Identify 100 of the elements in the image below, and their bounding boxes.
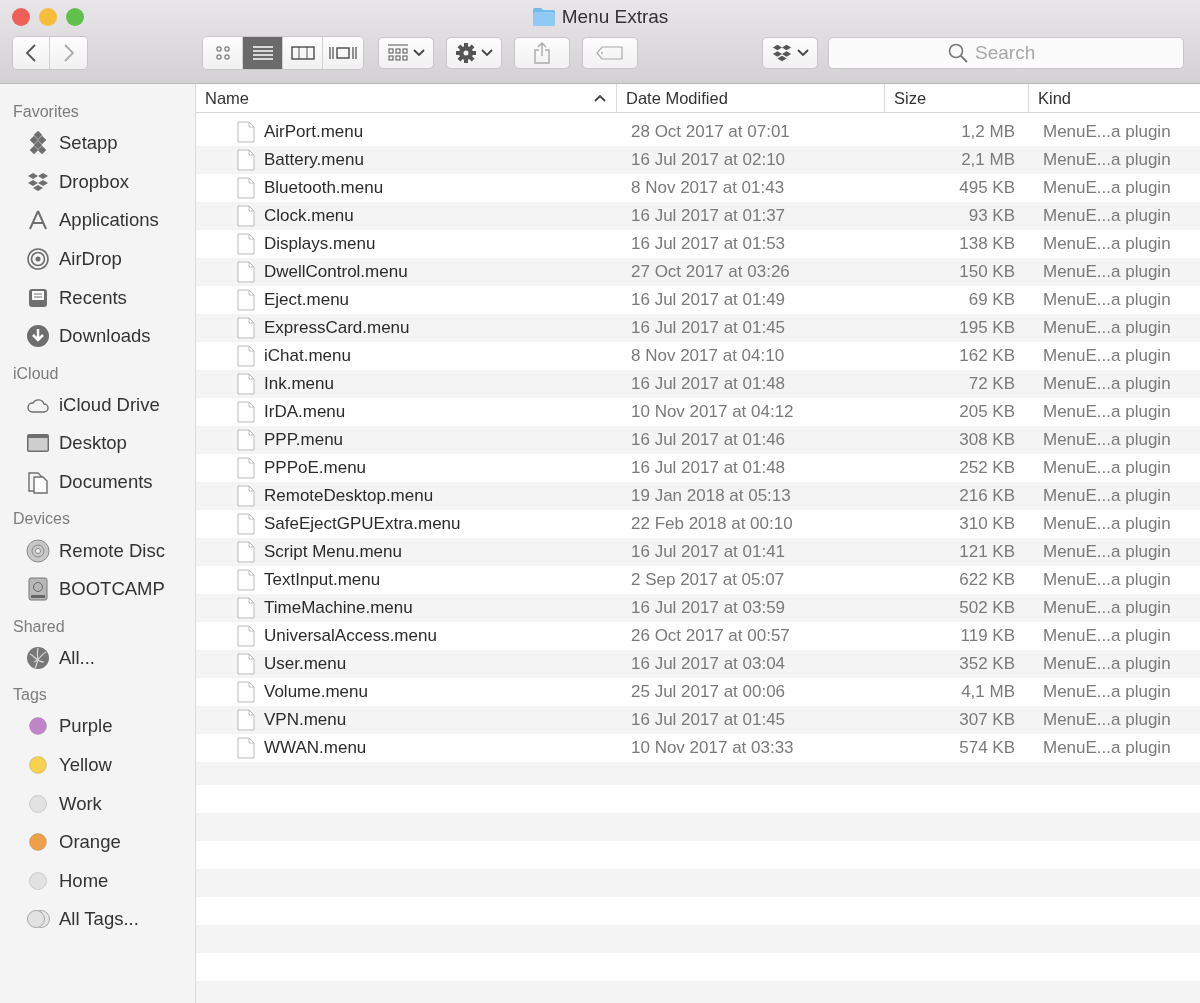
document-icon — [237, 513, 255, 535]
sidebar-item[interactable]: AirDrop — [59, 248, 122, 271]
file-name[interactable]: SafeEjectGPUExtra.menu — [264, 514, 461, 534]
file-name[interactable]: Ink.menu — [264, 374, 334, 394]
search-icon — [948, 43, 968, 63]
sidebar-item[interactable]: All... — [59, 646, 95, 669]
date-cell-text: 8 Nov 2017 at 01:43 — [630, 178, 786, 198]
document-icon — [237, 317, 255, 339]
column-header[interactable]: Date Modified — [617, 84, 885, 112]
date-cell-text: 16 Jul 2017 at 03:59 — [630, 598, 787, 618]
file-name[interactable]: IrDA.menu — [264, 402, 346, 422]
date-cell-text: 16 Jul 2017 at 01:48 — [630, 374, 787, 394]
column-header[interactable]: Kind — [1029, 84, 1200, 112]
sidebar-item[interactable]: Documents — [59, 471, 153, 494]
gallery-icon — [329, 45, 357, 61]
list-icon — [252, 45, 273, 61]
airdrop-icon — [26, 247, 50, 272]
sidebar-item[interactable]: Downloads — [59, 325, 151, 348]
kind-cell-text: MenuE...a plugin — [1042, 374, 1172, 394]
file-name[interactable]: Battery.menu — [264, 150, 364, 170]
view-mode-button[interactable] — [203, 37, 243, 69]
kind-cell-text: MenuE...a plugin — [1042, 514, 1172, 534]
chevron-down-icon — [797, 49, 809, 57]
kind-cell-text: MenuE...a plugin — [1042, 598, 1172, 618]
kind-cell-text: MenuE...a plugin — [1042, 738, 1172, 758]
file-name[interactable]: PPPoE.menu — [264, 458, 367, 478]
sidebar-item[interactable]: Setapp — [59, 132, 118, 155]
action-button[interactable] — [446, 37, 502, 69]
kind-cell-text: MenuE...a plugin — [1042, 458, 1172, 478]
file-name[interactable]: Bluetooth.menu — [264, 178, 384, 198]
column-header[interactable]: Name — [196, 84, 617, 112]
size-cell-text: 352 KB — [958, 654, 1016, 674]
document-icon — [237, 289, 255, 311]
kind-cell-text: MenuE...a plugin — [1042, 402, 1172, 422]
file-name[interactable]: Clock.menu — [264, 206, 354, 226]
kind-cell-text: MenuE...a plugin — [1042, 626, 1172, 646]
date-cell-text: 16 Jul 2017 at 01:53 — [630, 234, 787, 254]
chevron-down-icon — [481, 49, 493, 57]
view-mode-button[interactable] — [243, 37, 283, 69]
search-field[interactable]: Search — [828, 37, 1184, 69]
sidebar-item[interactable]: Dropbox — [59, 170, 129, 193]
grid-icon — [214, 45, 231, 61]
kind-cell-text: MenuE...a plugin — [1042, 570, 1172, 590]
file-name[interactable]: PPP.menu — [264, 430, 344, 450]
sidebar-item[interactable]: iCloud Drive — [59, 393, 160, 416]
file-name[interactable]: ExpressCard.menu — [264, 318, 410, 338]
column-header[interactable]: Size — [885, 84, 1029, 112]
file-name[interactable]: Eject.menu — [264, 290, 350, 310]
sidebar-item[interactable]: Recents — [59, 286, 127, 309]
tag-icon — [596, 46, 624, 60]
document-icon — [237, 681, 255, 703]
file-name[interactable]: AirPort.menu — [264, 122, 364, 142]
view-mode-button[interactable] — [323, 37, 363, 69]
file-name[interactable]: VPN.menu — [264, 710, 347, 730]
sidebar-item[interactable]: All Tags... — [59, 908, 139, 931]
sidebar-item[interactable]: Work — [59, 792, 102, 815]
column-header-label: Name — [205, 88, 249, 108]
document-icon — [237, 233, 255, 255]
date-cell-text: 16 Jul 2017 at 03:04 — [630, 654, 787, 674]
date-cell-text: 16 Jul 2017 at 01:49 — [630, 290, 787, 310]
view-mode-button[interactable] — [283, 37, 323, 69]
kind-cell-text: MenuE...a plugin — [1042, 486, 1172, 506]
sidebar-item[interactable]: Applications — [59, 209, 159, 232]
sidebar-item[interactable]: BOOTCAMP — [59, 578, 165, 601]
sidebar-section-title: Tags — [12, 685, 48, 706]
file-name[interactable]: Volume.menu — [264, 682, 368, 702]
sidebar-item[interactable]: Yellow — [59, 754, 112, 776]
file-name[interactable]: TimeMachine.menu — [264, 598, 413, 618]
chevron-left-icon — [26, 44, 36, 62]
file-name[interactable]: WWAN.menu — [264, 738, 367, 758]
file-name[interactable]: Displays.menu — [264, 234, 376, 254]
file-name[interactable]: UniversalAccess.menu — [264, 626, 437, 646]
file-name[interactable]: User.menu — [264, 654, 347, 674]
file-name[interactable]: Script Menu.menu — [264, 542, 402, 562]
documents-icon — [26, 470, 50, 495]
file-name[interactable]: DwellControl.menu — [264, 262, 408, 282]
sidebar-item[interactable]: Purple — [59, 715, 113, 738]
date-cell-text: 16 Jul 2017 at 01:45 — [630, 710, 787, 730]
size-cell-text: 622 KB — [958, 570, 1016, 590]
file-name[interactable]: TextInput.menu — [264, 570, 381, 590]
sidebar-item[interactable]: Orange — [59, 831, 121, 854]
group-button[interactable] — [378, 37, 434, 69]
sidebar-item[interactable]: Remote Disc — [59, 539, 165, 562]
file-name[interactable]: RemoteDesktop.menu — [264, 486, 434, 506]
back-button[interactable] — [13, 37, 50, 69]
globe-icon — [26, 645, 50, 670]
file-name[interactable]: iChat.menu — [264, 346, 351, 366]
document-icon — [237, 205, 255, 227]
date-cell-text: 16 Jul 2017 at 01:46 — [630, 430, 787, 450]
document-icon — [237, 597, 255, 619]
dropbox-button[interactable] — [762, 37, 818, 69]
date-cell-text: 22 Feb 2018 at 00:10 — [630, 514, 794, 534]
document-icon — [237, 373, 255, 395]
document-icon — [237, 121, 255, 143]
download-icon — [26, 324, 50, 349]
sidebar-item[interactable]: Desktop — [59, 432, 127, 455]
size-cell-text: 252 KB — [958, 458, 1016, 478]
close-button[interactable] — [12, 8, 30, 26]
sidebar-section-title: Favorites — [12, 102, 80, 122]
sidebar-item[interactable]: Home — [59, 869, 109, 892]
